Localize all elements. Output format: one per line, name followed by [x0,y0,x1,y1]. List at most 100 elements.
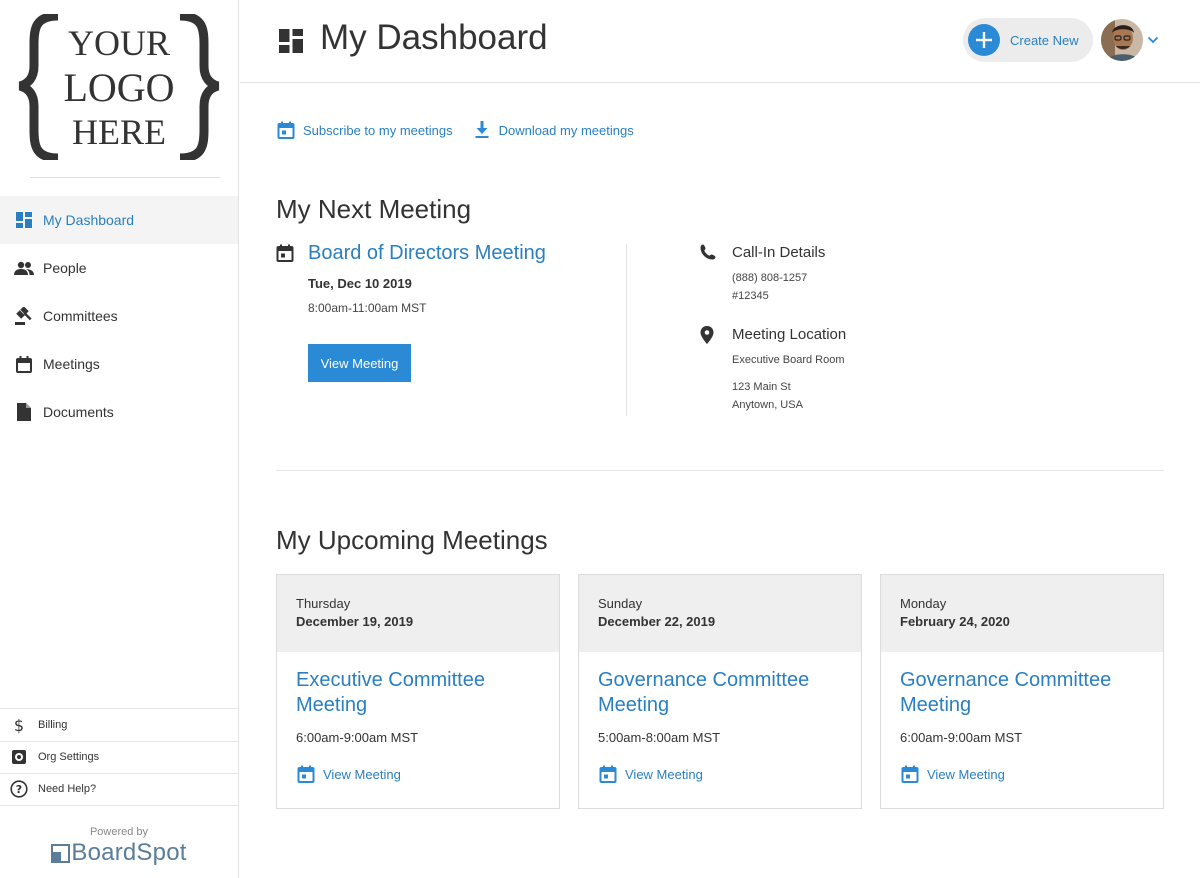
calendar-icon [276,244,294,267]
powered-by-label: Powered by [0,826,238,838]
meeting-card-date: December 22, 2019 [598,614,861,629]
location-street: 123 Main St [732,381,791,393]
boardspot-logo-icon [51,843,71,863]
download-icon [472,120,492,140]
document-icon [14,402,34,422]
sidebar-item-people[interactable]: People [0,244,238,292]
view-meeting-link[interactable]: View Meeting [900,764,1163,784]
meeting-card: Sunday December 22, 2019 Governance Comm… [578,574,862,809]
phone-icon [700,244,720,264]
meeting-card-time: 6:00am-9:00am MST [900,730,1163,745]
sidebar-item-label: Meetings [43,356,100,372]
sidebar-item-need-help[interactable]: ? Need Help? [0,773,238,806]
meeting-card-day: Sunday [598,596,861,611]
subscribe-link[interactable]: Subscribe to my meetings [276,120,453,140]
sidebar-item-committees[interactable]: Committees [0,292,238,340]
sidebar-item-meetings[interactable]: Meetings [0,340,238,388]
meeting-card-header: Thursday December 19, 2019 [277,575,559,652]
sidebar-item-my-dashboard[interactable]: My Dashboard [0,196,238,244]
meeting-card-day: Monday [900,596,1163,611]
location-title: Meeting Location [732,326,846,343]
people-icon [14,258,34,278]
help-icon: ? [10,780,28,798]
view-meeting-label: View Meeting [927,767,1005,782]
user-avatar[interactable] [1101,19,1143,61]
meeting-card-date: February 24, 2020 [900,614,1163,629]
meeting-card-time: 6:00am-9:00am MST [296,730,559,745]
download-label: Download my meetings [499,123,634,138]
sidebar-item-documents[interactable]: Documents [0,388,238,436]
sidebar-item-billing[interactable]: $ Billing [0,708,238,741]
meeting-card-title[interactable]: Executive Committee Meeting [296,668,546,718]
calendar-links: Subscribe to my meetings Download my mee… [276,120,653,140]
sidebar-item-label: Org Settings [38,751,99,763]
next-meeting-title[interactable]: Board of Directors Meeting [308,242,546,265]
meeting-card: Monday February 24, 2020 Governance Comm… [880,574,1164,809]
settings-icon [10,748,28,766]
create-new-button[interactable]: Create New [963,18,1093,62]
meeting-card-header: Sunday December 22, 2019 [579,575,861,652]
svg-text:LOGO: LOGO [63,65,174,110]
call-in-phone: (888) 808-1257 [732,272,807,284]
sidebar: YOUR LOGO HERE My Dashboard People Commi… [0,0,239,878]
dashboard-icon [279,29,303,58]
upcoming-meetings-list: Thursday December 19, 2019 Executive Com… [276,574,1164,809]
meeting-card: Thursday December 19, 2019 Executive Com… [276,574,560,809]
location-pin-icon [700,326,720,346]
next-meeting-heading: My Next Meeting [276,194,471,225]
section-divider [276,470,1164,471]
view-meeting-label: View Meeting [323,767,401,782]
location-room: Executive Board Room [732,354,845,366]
meeting-card-time: 5:00am-8:00am MST [598,730,861,745]
sidebar-bottom-nav: $ Billing Org Settings ? Need Help? [0,708,238,806]
dollar-icon: $ [10,716,28,734]
org-logo[interactable]: YOUR LOGO HERE [18,14,220,160]
calendar-icon [900,764,920,784]
vertical-divider [626,244,627,416]
meeting-card-title[interactable]: Governance Committee Meeting [900,668,1150,718]
next-meeting-time: 8:00am-11:00am MST [308,301,427,315]
meeting-card-body: Executive Committee Meeting 6:00am-9:00a… [277,652,559,809]
upcoming-meetings-heading: My Upcoming Meetings [276,525,548,556]
view-meeting-link[interactable]: View Meeting [598,764,861,784]
chevron-down-icon[interactable] [1147,32,1159,50]
gavel-icon [14,306,34,326]
call-in-title: Call-In Details [732,244,825,261]
dashboard-icon [14,210,34,230]
call-in-code: #12345 [732,290,769,302]
create-new-label: Create New [1010,33,1079,48]
meeting-card-day: Thursday [296,596,559,611]
svg-text:$: $ [14,716,24,734]
plus-icon [968,24,1000,56]
sidebar-item-label: People [43,260,87,276]
svg-text:HERE: HERE [72,112,166,152]
powered-by: Powered by BoardSpot [0,826,238,867]
sidebar-item-org-settings[interactable]: Org Settings [0,741,238,774]
view-meeting-link[interactable]: View Meeting [296,764,559,784]
meeting-card-date: December 19, 2019 [296,614,559,629]
calendar-icon [276,120,296,140]
subscribe-label: Subscribe to my meetings [303,123,453,138]
sidebar-item-label: Documents [43,404,114,420]
logo-divider [30,177,220,178]
svg-text:?: ? [16,783,22,796]
view-meeting-label: View Meeting [625,767,703,782]
meeting-card-title[interactable]: Governance Committee Meeting [598,668,848,718]
calendar-icon [598,764,618,784]
meeting-card-body: Governance Committee Meeting 5:00am-8:00… [579,652,861,809]
next-meeting-date: Tue, Dec 10 2019 [308,276,412,291]
calendar-icon [14,354,34,374]
svg-text:YOUR: YOUR [68,23,170,63]
boardspot-logo[interactable]: BoardSpot [0,839,238,867]
page-title: My Dashboard [320,18,548,58]
sidebar-item-label: Billing [38,719,67,731]
meeting-card-body: Governance Committee Meeting 6:00am-9:00… [881,652,1163,809]
meeting-card-header: Monday February 24, 2020 [881,575,1163,652]
sidebar-item-label: Committees [43,308,118,324]
view-meeting-button[interactable]: View Meeting [308,344,411,382]
calendar-icon [296,764,316,784]
sidebar-nav: My Dashboard People Committees Meetings … [0,196,238,436]
top-header: My Dashboard Create New [240,0,1200,83]
download-link[interactable]: Download my meetings [472,120,634,140]
location-city: Anytown, USA [732,399,803,411]
